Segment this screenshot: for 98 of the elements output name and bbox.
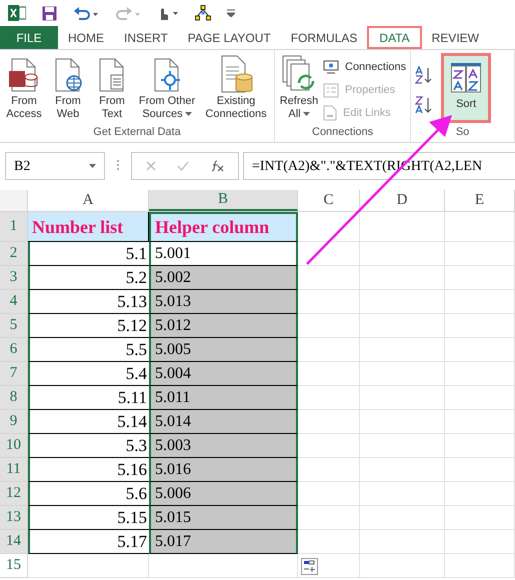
- ribbon-button[interactable]: From Text: [92, 53, 132, 121]
- table-cell: 5.11: [28, 386, 149, 410]
- document-icon: [152, 58, 182, 92]
- monitor-icon: [323, 60, 339, 74]
- row-header[interactable]: 5: [0, 314, 28, 338]
- ribbon-button[interactable]: From Other Sources: [136, 53, 198, 121]
- empty-cell: [445, 314, 515, 338]
- table-cell: 5.016: [149, 458, 298, 482]
- undo-icon[interactable]: [73, 6, 99, 20]
- table-cell: 5.014: [149, 410, 298, 434]
- table-cell: 5.006: [149, 482, 298, 506]
- cell-reference: B2: [14, 158, 30, 176]
- empty-cell: [445, 482, 515, 506]
- row-header[interactable]: 8: [0, 386, 28, 410]
- table-cell: Helper column: [149, 212, 298, 242]
- table-cell: 5.6: [28, 482, 149, 506]
- customize-icon[interactable]: [227, 9, 235, 17]
- table-cell: 5.003: [149, 434, 298, 458]
- caret-icon: [89, 164, 96, 168]
- row-header[interactable]: 2: [0, 242, 28, 266]
- row-header[interactable]: 12: [0, 482, 28, 506]
- table-cell: 5.17: [28, 530, 149, 554]
- quick-analysis-icon[interactable]: [301, 558, 318, 575]
- column-header[interactable]: B: [149, 190, 298, 211]
- function-icon[interactable]: [210, 160, 224, 172]
- table-cell: 5.15: [28, 506, 149, 530]
- ribbon-button[interactable]: From Web: [48, 53, 88, 121]
- table-cell: 5.1: [28, 242, 149, 266]
- ribbon-item[interactable]: Connections: [323, 57, 406, 77]
- table-cell: 5.13: [28, 290, 149, 314]
- row-header[interactable]: 7: [0, 362, 28, 386]
- database-document-icon: [9, 58, 39, 92]
- sort-ascending-icon[interactable]: [415, 65, 434, 85]
- table-cell: 5.002: [149, 266, 298, 290]
- table-cell: 5.3: [28, 434, 149, 458]
- table-cell: 5.14: [28, 410, 149, 434]
- row-header[interactable]: 4: [0, 290, 28, 314]
- empty-cell: [445, 266, 515, 290]
- row-header[interactable]: 13: [0, 506, 28, 530]
- ribbon-tab[interactable]: PAGE LAYOUT: [178, 26, 281, 49]
- empty-cell: [445, 242, 515, 266]
- sort-descending-icon[interactable]: [415, 95, 434, 115]
- database-document-icon: [219, 55, 253, 95]
- empty-cell: [445, 338, 515, 362]
- row-header[interactable]: 6: [0, 338, 28, 362]
- spreadsheet-app-icon[interactable]: [8, 5, 26, 21]
- table-cell: 5.12: [28, 314, 149, 338]
- table-cell: 5.2: [28, 266, 149, 290]
- table-cell: 5.017: [149, 530, 298, 554]
- row-header[interactable]: 3: [0, 266, 28, 290]
- empty-cell: [445, 410, 515, 434]
- row-header[interactable]: 15: [0, 554, 28, 578]
- row-header[interactable]: 11: [0, 458, 28, 482]
- link-document-icon: [323, 105, 337, 121]
- table-cell: 5.005: [149, 338, 298, 362]
- ribbon-button[interactable]: Existing Connections: [202, 53, 270, 121]
- ribbon-tab[interactable]: DATA: [367, 26, 422, 49]
- sort-icon: [451, 63, 482, 93]
- table-cell: 5.16: [28, 458, 149, 482]
- globe-document-icon: [53, 58, 83, 92]
- row-header[interactable]: 10: [0, 434, 28, 458]
- table-cell: Number list: [28, 212, 149, 242]
- ribbon-tab[interactable]: REVIEW: [422, 26, 489, 49]
- table-cell: 5.001: [149, 242, 298, 266]
- empty-cell: [445, 458, 515, 482]
- name-box[interactable]: B2: [5, 152, 105, 180]
- group-label: Connections: [311, 125, 374, 140]
- empty-cell: [445, 530, 515, 554]
- table-cell: 5.012: [149, 314, 298, 338]
- group-label: Get External Data: [92, 125, 182, 140]
- empty-cell: [445, 386, 515, 410]
- ribbon-button[interactable]: Refresh All: [279, 53, 319, 121]
- table-cell: 5.011: [149, 386, 298, 410]
- row-header[interactable]: 14: [0, 530, 28, 554]
- ribbon-tab[interactable]: INSERT: [114, 26, 178, 49]
- diagram-icon[interactable]: [195, 5, 211, 21]
- list-icon: [323, 82, 339, 98]
- ribbon-tab[interactable]: HOME: [58, 26, 114, 49]
- table-cell: 5.5: [28, 338, 149, 362]
- check-icon[interactable]: [176, 161, 189, 171]
- file-tab[interactable]: FILE: [0, 26, 58, 49]
- table-cell: 5.4: [28, 362, 149, 386]
- ribbon-tab[interactable]: FORMULAS: [280, 26, 368, 49]
- empty-cell: [445, 434, 515, 458]
- ribbon-button[interactable]: From Access: [4, 53, 44, 121]
- empty-cell: [445, 506, 515, 530]
- empty-cell: [445, 554, 515, 578]
- empty-cell: [445, 362, 515, 386]
- table-cell: 5.013: [149, 290, 298, 314]
- sort-button[interactable]: Sort: [441, 53, 492, 123]
- save-icon[interactable]: [42, 6, 57, 20]
- table-cell: 5.004: [149, 362, 298, 386]
- table-cell: 5.015: [149, 506, 298, 530]
- row-header[interactable]: 1: [0, 212, 28, 242]
- group-label: So: [454, 125, 470, 140]
- empty-cell: [445, 290, 515, 314]
- row-header[interactable]: 9: [0, 410, 28, 434]
- empty-cell: [445, 212, 515, 242]
